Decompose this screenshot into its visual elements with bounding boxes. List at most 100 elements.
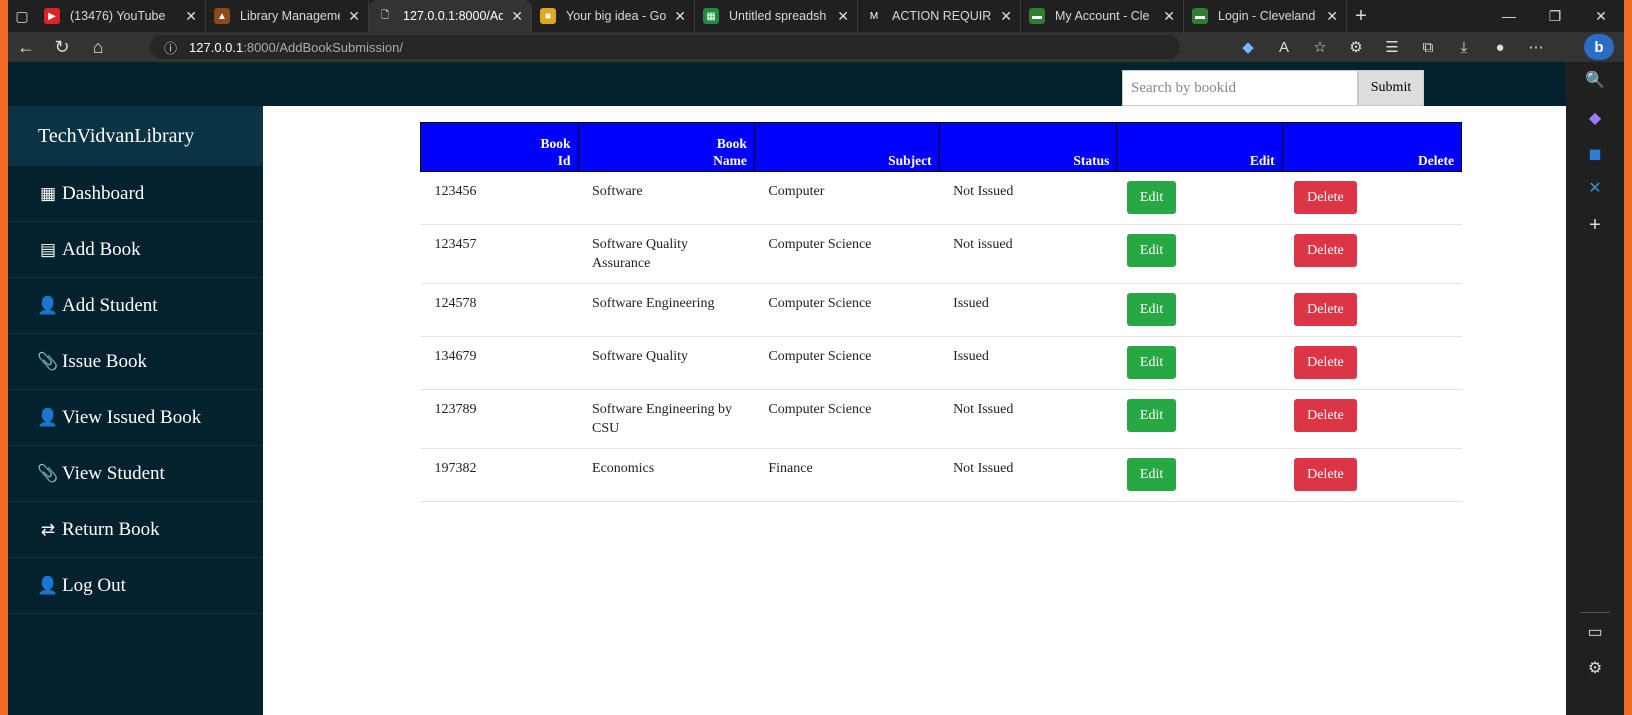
sidebar-item-label: Add Student — [62, 294, 158, 316]
coupon-icon[interactable]: ◆ — [1230, 38, 1266, 56]
downloads-icon[interactable]: ⤓ — [1446, 39, 1482, 56]
home-icon[interactable]: ⌂ — [80, 32, 116, 62]
tab-actions-icon[interactable]: ▢ — [8, 0, 36, 32]
table-row: 123456 Software Computer Not Issued Edit Dele… — [420, 171, 1462, 225]
delete-button[interactable]: Delete — [1294, 181, 1357, 214]
web-page: Submit TechVidvanLibrary ▦Dashboard▤Add … — [8, 62, 1566, 715]
edit-button[interactable]: Edit — [1126, 181, 1177, 214]
edit-button[interactable]: Edit — [1126, 346, 1177, 379]
sidebar-item-issue-book[interactable]: 📎 Issue Book — [8, 334, 263, 390]
browser-tab[interactable]: ▲ Library Manageme ✕ — [206, 0, 369, 32]
delete-cell: Delete — [1282, 224, 1462, 284]
copilot-icon[interactable]: ◆ — [1566, 108, 1624, 128]
edit-button[interactable]: Edit — [1126, 293, 1177, 326]
tab-strip: ▢ ▶ (13476) YouTube ✕ ▲ Library Manageme ✕ 🗋 12… — [8, 0, 1624, 32]
add-sidebar-icon[interactable]: + — [1566, 214, 1624, 237]
edit-button[interactable]: Edit — [1126, 234, 1177, 267]
delete-button[interactable]: Delete — [1294, 458, 1357, 491]
restore-icon[interactable]: ❐ — [1532, 0, 1578, 32]
browser-tab[interactable]: ▶ (13476) YouTube ✕ — [36, 0, 206, 32]
sidebar-item-view-student[interactable]: 📎 View Student — [8, 446, 263, 502]
close-tab-icon[interactable]: ✕ — [511, 8, 523, 25]
delete-button[interactable]: Delete — [1294, 346, 1357, 379]
table-row: 123457 Software Quality Assurance Computer… — [420, 224, 1462, 284]
more-icon[interactable]: ⋯ — [1518, 38, 1554, 56]
sidebar-item-return-book[interactable]: ⇄ Return Book — [8, 502, 263, 558]
bing-icon[interactable]: b — [1584, 34, 1614, 60]
close-window-icon[interactable]: ✕ — [1578, 0, 1624, 32]
column-header-line2: Status — [1073, 153, 1110, 168]
delete-button[interactable]: Delete — [1294, 234, 1357, 267]
tab-favicon-icon: ▬ — [1029, 8, 1045, 24]
toolbar-actions: ◆ A ☆ ⚙ ☰ ⧉ ⤓ ● ⋯ — [1230, 32, 1554, 62]
close-tab-icon[interactable]: ✕ — [1163, 8, 1175, 25]
column-header-line2: Delete — [1418, 153, 1454, 168]
delete-button[interactable]: Delete — [1294, 293, 1357, 326]
edit-button[interactable]: Edit — [1126, 458, 1177, 491]
submit-button[interactable]: Submit — [1358, 70, 1424, 106]
sidebar-item-view-issued-book[interactable]: 👤 View Issued Book — [8, 390, 263, 446]
browser-tab[interactable]: M ACTION REQUIRE ✕ — [858, 0, 1021, 32]
column-header-line2: Subject — [888, 153, 932, 168]
tab-title: 127.0.0.1:8000/Ad — [403, 9, 504, 23]
browser-tab[interactable]: 🗋 127.0.0.1:8000/Ad ✕ — [369, 0, 532, 32]
table-header-row: Book Id Book Name Subject Status Edit Delete — [420, 122, 1463, 172]
games-icon[interactable]: ✕ — [1566, 178, 1624, 198]
edit-cell: Edit — [1116, 448, 1283, 502]
close-tab-icon[interactable]: ✕ — [674, 8, 686, 25]
url-field[interactable]: ⓘ 127.0.0.1:8000/AddBookSubmission/ — [150, 35, 1180, 59]
minimize-icon[interactable]: — — [1486, 0, 1532, 32]
edit-cell: Edit — [1116, 224, 1283, 284]
book-name-cell: Software Engineering by CSU — [578, 389, 755, 449]
add-favorite-icon[interactable]: ☆ — [1302, 38, 1338, 56]
search-icon[interactable]: 🔍 — [1566, 70, 1624, 90]
read-aloud-icon[interactable]: A — [1266, 39, 1302, 56]
collections-icon[interactable]: ⧉ — [1410, 39, 1446, 56]
close-tab-icon[interactable]: ✕ — [1326, 8, 1338, 25]
close-tab-icon[interactable]: ✕ — [837, 8, 849, 25]
extensions-icon[interactable]: ⚙ — [1338, 38, 1374, 56]
subject-cell: Computer Science — [754, 336, 940, 390]
user-icon: 👤 — [37, 295, 59, 315]
back-icon[interactable]: ← — [8, 32, 44, 62]
status-cell: Not Issued — [939, 171, 1117, 225]
search-input[interactable] — [1122, 70, 1358, 106]
column-header: Book Name — [577, 122, 755, 172]
close-tab-icon[interactable]: ✕ — [185, 8, 197, 25]
close-tab-icon[interactable]: ✕ — [348, 8, 360, 25]
new-tab-icon[interactable]: + — [1347, 0, 1375, 32]
status-cell: Issued — [939, 283, 1117, 337]
delete-cell: Delete — [1282, 448, 1462, 502]
settings-icon[interactable]: ⚙ — [1566, 658, 1624, 678]
column-header: Status — [938, 122, 1118, 172]
sidebar-item-add-book[interactable]: ▤ Add Book — [8, 222, 263, 278]
browser-tab[interactable]: ▬ My Account - Cle ✕ — [1021, 0, 1184, 32]
brand-title[interactable]: TechVidvanLibrary — [8, 106, 263, 166]
close-tab-icon[interactable]: ✕ — [1000, 8, 1012, 25]
column-header: Book Id — [420, 122, 579, 172]
site-info-icon[interactable]: ⓘ — [164, 38, 177, 57]
url-path: :8000/AddBookSubmission/ — [243, 39, 403, 55]
status-cell: Not Issued — [939, 448, 1117, 502]
outlook-icon[interactable]: ◼ — [1566, 144, 1624, 164]
tab-favicon-icon: M — [869, 10, 879, 22]
browser-tab[interactable]: ■ Your big idea - Go ✕ — [532, 0, 695, 32]
sidebar-item-add-student[interactable]: 👤 Add Student — [8, 278, 263, 334]
paperclip-icon: 📎 — [37, 463, 59, 483]
refresh-icon[interactable]: ↻ — [44, 32, 80, 62]
user-icon: 👤 — [37, 575, 59, 595]
tab-title: (13476) YouTube — [70, 9, 166, 23]
user-icon: 👤 — [37, 407, 59, 427]
tab-title: Untitled spreadsh — [729, 9, 827, 23]
sidebar-item-label: Issue Book — [62, 350, 147, 372]
hide-sidebar-icon[interactable]: ▭ — [1566, 622, 1624, 642]
profile-icon[interactable]: ● — [1482, 39, 1518, 56]
browser-tab[interactable]: ▦ Untitled spreadsh ✕ — [695, 0, 858, 32]
sidebar-item-log-out[interactable]: 👤 Log Out — [8, 558, 263, 614]
delete-button[interactable]: Delete — [1294, 399, 1357, 432]
delete-cell: Delete — [1282, 283, 1462, 337]
browser-tab[interactable]: ▬ Login - Cleveland ✕ — [1184, 0, 1347, 32]
sidebar-item-dashboard[interactable]: ▦ Dashboard — [8, 166, 263, 222]
edit-button[interactable]: Edit — [1126, 399, 1177, 432]
favorites-icon[interactable]: ☰ — [1374, 38, 1410, 56]
